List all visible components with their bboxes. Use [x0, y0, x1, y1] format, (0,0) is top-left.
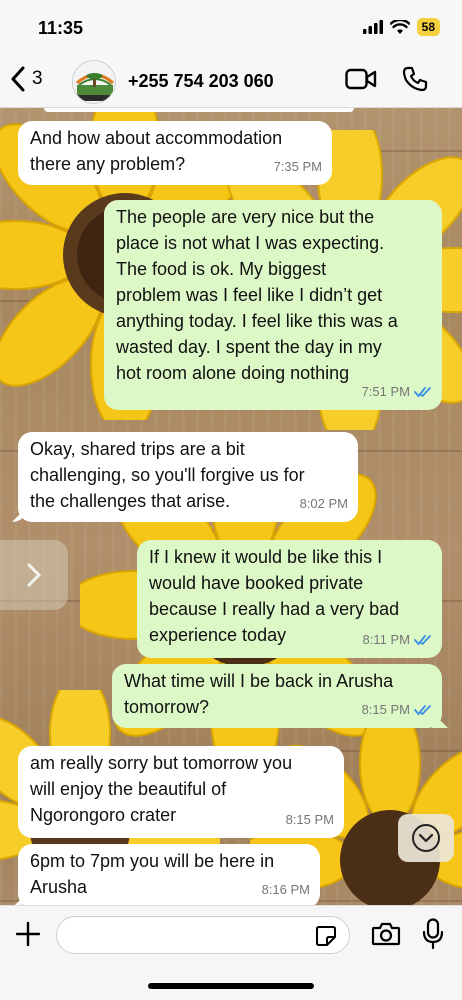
message-time: 8:15 PM — [361, 702, 410, 717]
message-input-field[interactable] — [56, 916, 350, 954]
message-text: The people are very nice but the place i… — [116, 207, 398, 383]
message-meta: 8:16 PM — [262, 877, 310, 903]
message-input[interactable] — [57, 917, 307, 953]
message-meta: 8:15 PM — [286, 807, 334, 833]
message-list[interactable]: And how about accommodation there any pr… — [0, 108, 462, 905]
message-bubble-outgoing[interactable]: What time will I be back in Arusha tomor… — [112, 664, 442, 728]
chevron-down-icon — [412, 824, 440, 852]
attach-button[interactable] — [14, 920, 42, 953]
video-camera-icon — [345, 68, 377, 90]
message-bubble-incoming[interactable]: Okay, shared trips are a bit challenging… — [18, 432, 358, 522]
home-indicator — [148, 983, 314, 989]
camera-button[interactable] — [371, 922, 401, 951]
scroll-to-bottom-button[interactable] — [398, 814, 454, 862]
sticker-icon — [316, 926, 336, 946]
chevron-left-icon — [11, 66, 25, 92]
message-time: 7:51 PM — [361, 384, 410, 399]
status-bar: 11:35 58 — [0, 0, 462, 52]
voice-message-button[interactable] — [422, 918, 444, 955]
double-check-icon — [414, 387, 431, 398]
video-call-button[interactable] — [345, 68, 377, 95]
wifi-icon — [389, 19, 410, 34]
phone-icon — [402, 66, 428, 92]
back-button[interactable]: 3 — [10, 66, 43, 92]
message-bubble-incoming[interactable]: am really sorry but tomorrow you will en… — [18, 746, 344, 838]
status-icons: 58 — [362, 18, 440, 36]
message-bubble-outgoing[interactable]: If I knew it would be like this I would … — [137, 540, 442, 658]
message-time: 7:35 PM — [273, 159, 322, 174]
chat-header: 3 +255 754 203 060 — [0, 52, 462, 108]
message-time: 8:02 PM — [299, 496, 348, 511]
message-time: 8:11 PM — [362, 632, 410, 647]
message-meta: 8:02 PM — [300, 491, 348, 517]
avatar-image — [73, 61, 115, 103]
unread-chats-count: 3 — [32, 68, 43, 89]
double-check-icon — [414, 705, 431, 716]
message-bubble-incoming[interactable]: 6pm to 7pm you will be here in Arusha 8:… — [18, 844, 320, 905]
camera-icon — [371, 922, 401, 946]
message-meta: 7:51 PM — [362, 379, 432, 405]
battery-indicator: 58 — [416, 18, 440, 36]
previous-message-edge — [44, 108, 354, 112]
voice-call-button[interactable] — [402, 66, 428, 97]
message-meta: 8:15 PM — [362, 697, 432, 723]
status-time: 11:35 — [38, 18, 84, 38]
contact-name[interactable]: +255 754 203 060 — [128, 71, 274, 92]
message-meta: 8:11 PM — [363, 627, 432, 653]
chevron-right-icon — [27, 563, 42, 587]
forward-button[interactable] — [0, 540, 68, 610]
contact-avatar[interactable] — [72, 60, 116, 104]
message-time: 8:16 PM — [261, 882, 310, 897]
message-meta: 7:35 PM — [274, 154, 322, 180]
message-bubble-outgoing[interactable]: The people are very nice but the place i… — [104, 200, 442, 410]
message-time: 8:15 PM — [285, 812, 334, 827]
plus-icon — [15, 921, 41, 947]
message-bubble-incoming[interactable]: And how about accommodation there any pr… — [18, 121, 332, 185]
sticker-button[interactable] — [315, 925, 337, 952]
double-check-icon — [414, 635, 431, 646]
cellular-signal-icon — [362, 20, 383, 34]
microphone-icon — [422, 918, 444, 950]
